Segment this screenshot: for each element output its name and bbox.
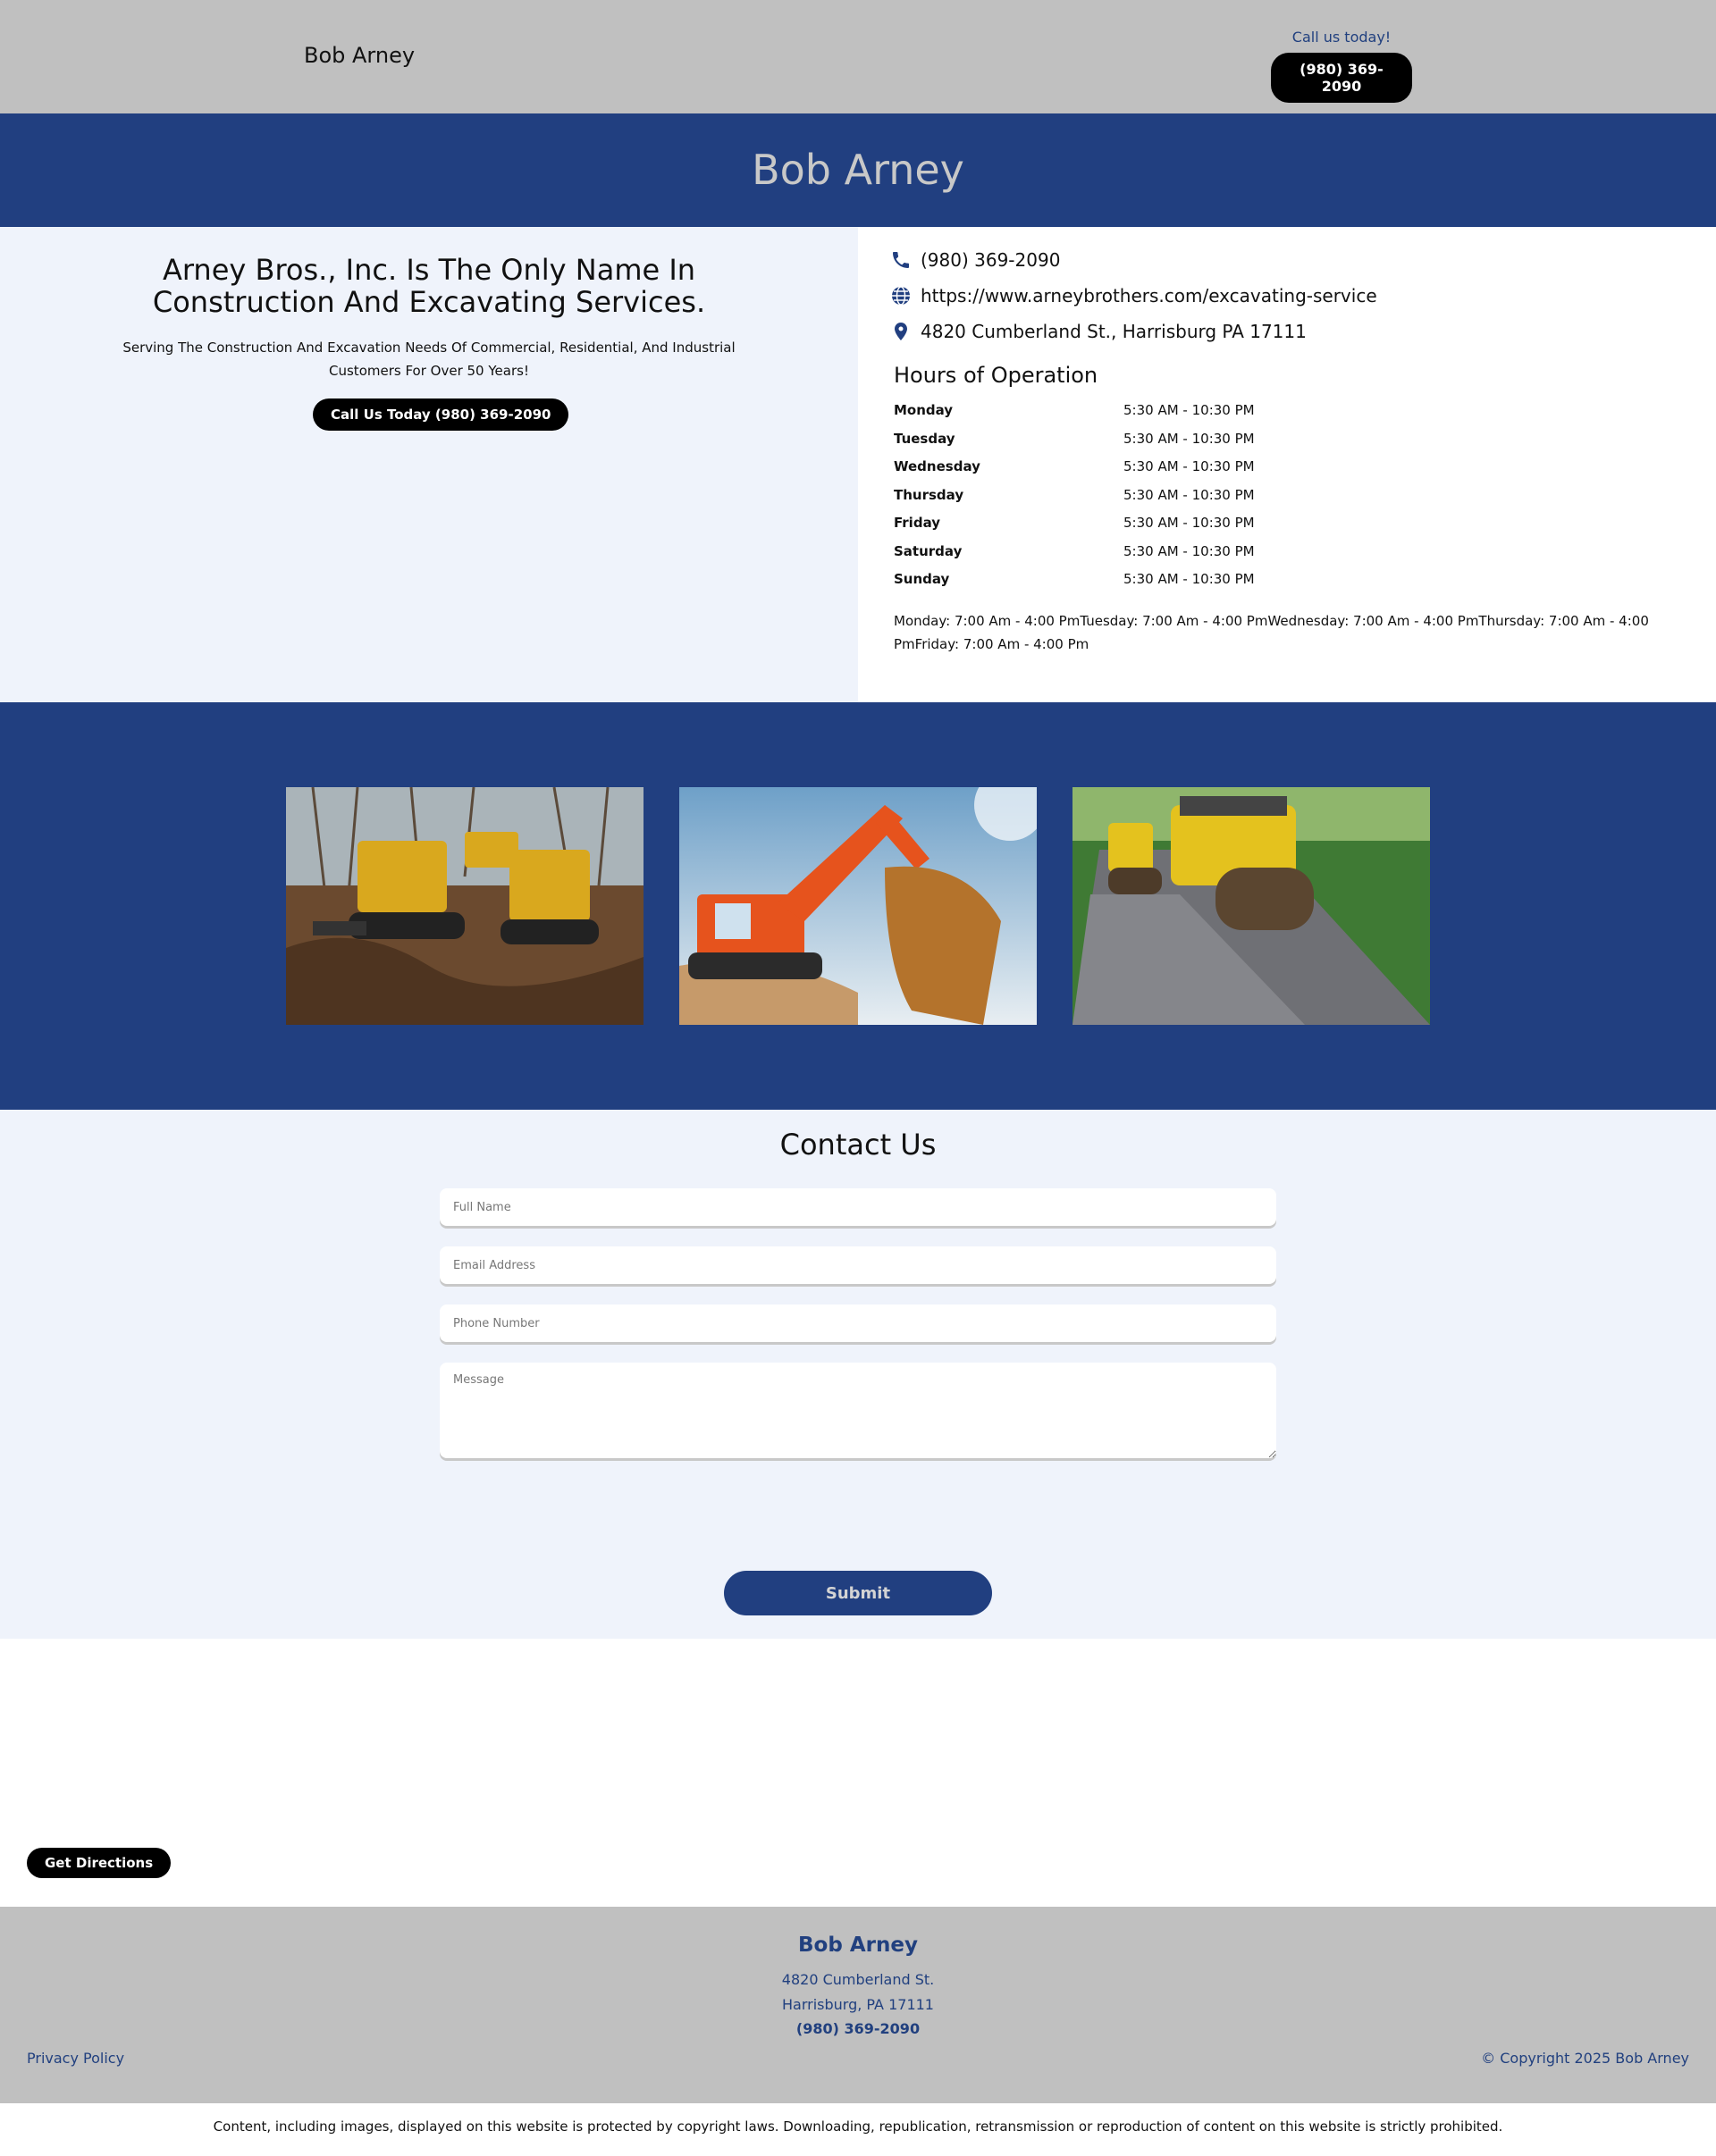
privacy-policy-link[interactable]: Privacy Policy [27,2050,124,2067]
footer-copyright: © Copyright 2025 Bob Arney [1481,2050,1689,2067]
business-info-panel: (980) 369-2090 https://www.arneybrothers… [858,227,1716,702]
footer-street: 4820 Cumberland St. [781,1971,935,1988]
hours-row: Sunday 5:30 AM - 10:30 PM [894,571,1269,600]
hours-day: Monday [894,402,954,418]
map-area: Get Directions [0,1639,1716,1907]
globe-icon [889,284,913,307]
intro-panel: Arney Bros., Inc. Is The Only Name In Co… [0,227,858,702]
email-input[interactable] [440,1246,1276,1284]
hours-day: Saturday [894,542,963,559]
hours-time: 5:30 AM - 10:30 PM [1123,430,1255,447]
hours-row: Tuesday 5:30 AM - 10:30 PM [894,431,1269,459]
phone-icon [889,248,913,272]
hours-time: 5:30 AM - 10:30 PM [1123,542,1255,559]
excavator-photo [679,787,1037,1025]
banner-title: Bob Arney [752,146,964,194]
site-footer: Bob Arney 4820 Cumberland St. Harrisburg… [0,1907,1716,2103]
hours-time: 5:30 AM - 10:30 PM [1123,486,1255,503]
hours-row: Thursday 5:30 AM - 10:30 PM [894,487,1269,516]
info-address-row[interactable]: 4820 Cumberland St., Harrisburg PA 17111 [889,320,1307,343]
intro-subtext: Serving The Construction And Excavation … [122,340,736,379]
road-roller-photo [1072,787,1430,1025]
hours-time: 5:30 AM - 10:30 PM [1123,458,1255,474]
hours-title: Hours of Operation [894,363,1098,388]
hours-day: Tuesday [894,430,955,447]
contact-title: Contact Us [779,1128,937,1162]
info-phone-text: (980) 369-2090 [921,249,1061,271]
intro-headline: Arney Bros., Inc. Is The Only Name In Co… [152,253,706,319]
submit-button[interactable]: Submit [724,1571,992,1615]
footer-name: Bob Arney [798,1934,918,1957]
map-pin-icon [889,320,913,343]
get-directions-button[interactable]: Get Directions [27,1848,172,1878]
hours-row: Monday 5:30 AM - 10:30 PM [894,402,1269,431]
call-us-today-button[interactable]: Call Us Today (980) 369-2090 [313,398,569,431]
hours-note: Monday: 7:00 Am - 4:00 PmTuesday: 7:00 A… [894,613,1649,652]
info-website-row[interactable]: https://www.arneybrothers.com/excavating… [889,284,1377,307]
info-address-text: 4820 Cumberland St., Harrisburg PA 17111 [921,321,1307,342]
hours-row: Wednesday 5:30 AM - 10:30 PM [894,458,1269,487]
hours-day: Wednesday [894,458,980,474]
hours-day: Thursday [894,486,964,503]
info-phone-row[interactable]: (980) 369-2090 [889,248,1060,272]
phone-input[interactable] [440,1305,1276,1342]
header-call-block: Call us today! (980) 369-2090 [1271,29,1412,103]
title-banner: Bob Arney [0,113,1716,227]
hours-day: Friday [894,515,941,531]
hours-table: Monday 5:30 AM - 10:30 PM Tuesday 5:30 AM … [894,402,1269,600]
header-phone-button[interactable]: (980) 369-2090 [1271,53,1412,103]
hours-row: Friday 5:30 AM - 10:30 PM [894,515,1269,543]
hours-time: 5:30 AM - 10:30 PM [1123,515,1255,531]
full-name-input[interactable] [440,1188,1276,1226]
header-brand[interactable]: Bob Arney [304,43,415,68]
hours-time: 5:30 AM - 10:30 PM [1123,402,1255,418]
bulldozers-photo [286,787,644,1025]
footer-city: Harrisburg, PA 17111 [782,1996,934,2013]
footer-phone[interactable]: (980) 369-2090 [0,2020,1716,2037]
photo-gallery [0,702,1716,1110]
hours-row: Saturday 5:30 AM - 10:30 PM [894,543,1269,572]
message-textarea[interactable] [440,1363,1276,1458]
top-header: Bob Arney Call us today! (980) 369-2090 [0,0,1716,113]
call-label: Call us today! [1291,29,1392,46]
hours-time: 5:30 AM - 10:30 PM [1123,571,1255,587]
hours-day: Sunday [894,571,950,587]
contact-section: Contact Us Submit [0,1110,1716,1639]
info-website-text: https://www.arneybrothers.com/excavating… [921,285,1377,306]
copyright-disclaimer: Content, including images, displayed on … [0,2103,1716,2156]
